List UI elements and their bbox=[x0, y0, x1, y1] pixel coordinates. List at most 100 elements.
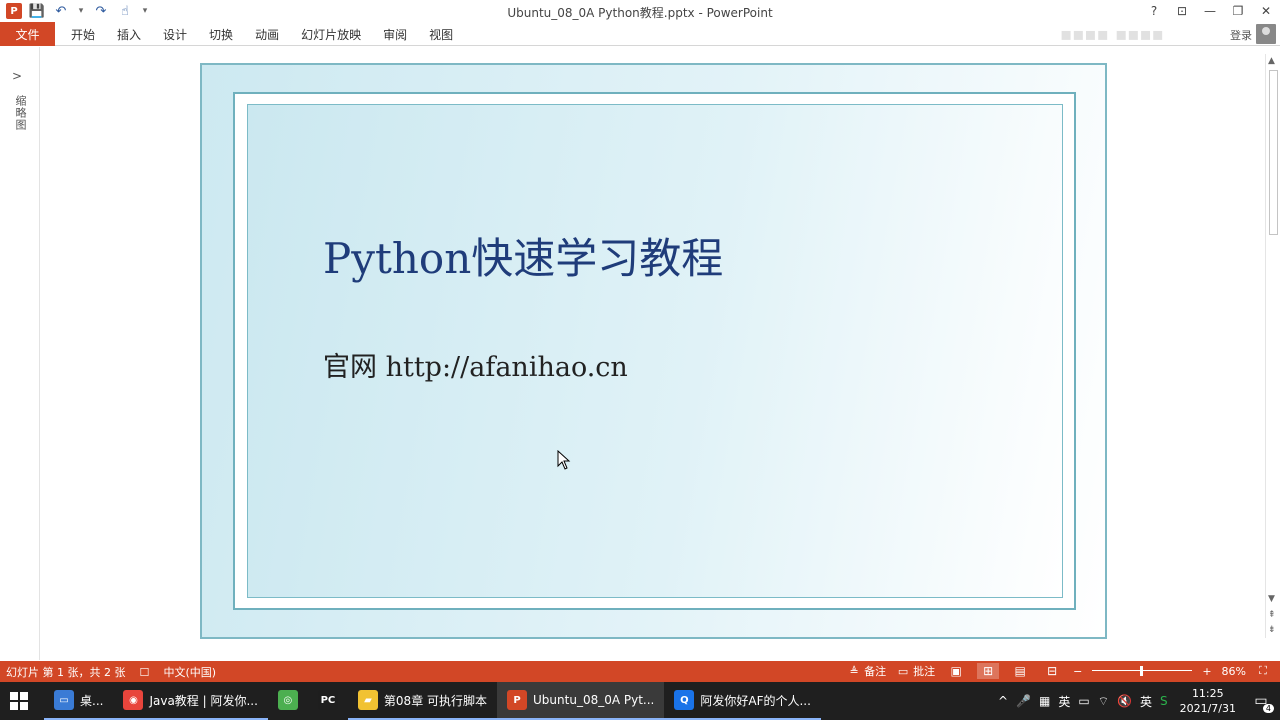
close-button[interactable]: ✕ bbox=[1252, 0, 1280, 22]
previous-slide-icon[interactable]: ⇞ bbox=[1268, 610, 1276, 620]
input-method-icon[interactable]: 英 bbox=[1058, 693, 1070, 710]
clock[interactable]: 11:25 2021/7/31 bbox=[1180, 686, 1236, 716]
scroll-down-icon[interactable]: ▼ bbox=[1268, 594, 1275, 604]
vertical-scrollbar[interactable]: ▲ ▼ ⇞ ⇟ bbox=[1265, 54, 1280, 638]
taskbar-app-icon: ▭ bbox=[54, 690, 74, 710]
tab-2[interactable]: 设计 bbox=[152, 22, 198, 46]
tab-4[interactable]: 动画 bbox=[244, 22, 290, 46]
window-title: Ubuntu_08_0A Python教程.pptx - PowerPoint bbox=[507, 6, 773, 20]
title-bar: P 💾 ↶ ▾ ↷ ☝ ▾ Ubuntu_08_0A Python教程.pptx… bbox=[0, 0, 1280, 22]
taskbar-item-1[interactable]: ◉ Java教程 | 阿发你... bbox=[113, 682, 268, 720]
zoom-knob[interactable] bbox=[1140, 666, 1144, 676]
zoom-out-button[interactable]: − bbox=[1073, 665, 1082, 678]
undo-dropdown-icon[interactable]: ▾ bbox=[76, 2, 86, 20]
wifi-icon[interactable]: ⌔ bbox=[1098, 694, 1109, 709]
taskbar-app-icon: ▰ bbox=[357, 690, 378, 710]
notification-count: 4 bbox=[1262, 704, 1274, 713]
help-button[interactable]: ? bbox=[1140, 0, 1168, 22]
sogou-icon[interactable]: S bbox=[1160, 694, 1168, 708]
ribbon-tab-list: 开始 插入 设计 切换 动画 幻灯片放映 审阅 视图 bbox=[60, 22, 464, 46]
taskbar-item-2[interactable]: ◎ bbox=[268, 682, 308, 720]
ribbon-display-options-button[interactable]: ⊡ bbox=[1168, 0, 1196, 22]
ribbon-tabs: 文件 开始 插入 设计 切换 动画 幻灯片放映 审阅 视图 登录 bbox=[0, 22, 1280, 46]
thumbnails-label[interactable]: 缩略图 bbox=[12, 95, 28, 131]
comment-icon: ▭ bbox=[897, 664, 909, 678]
thumbnail-pane: > 缩略图 bbox=[0, 47, 40, 660]
powerpoint-logo-icon[interactable]: P bbox=[6, 3, 22, 19]
windows-start-icon[interactable] bbox=[10, 692, 28, 710]
next-slide-icon[interactable]: ⇟ bbox=[1268, 625, 1276, 635]
mouse-pointer-icon bbox=[557, 450, 571, 470]
taskbar-item-label: 阿发你好AF的个人... bbox=[700, 693, 811, 708]
status-bar: 幻灯片 第 1 张，共 2 张 ☐ 中文(中国) ≜ 备注 ▭ 批注 ▣ ⊞ ▤… bbox=[0, 661, 1280, 682]
reading-view-button[interactable]: ▤ bbox=[1009, 663, 1031, 679]
ime-language[interactable]: 英 bbox=[1140, 693, 1152, 710]
redo-icon[interactable]: ↷ bbox=[92, 2, 110, 20]
taskbar-item-label: 桌... bbox=[80, 693, 104, 708]
taskbar-item-0[interactable]: ▭ 桌... bbox=[44, 682, 114, 720]
taskbar-app-icon: PC bbox=[317, 690, 338, 710]
taskbar-app-icon: ◎ bbox=[277, 690, 298, 710]
slide-subtitle[interactable]: 官网 http://afanihao.cn bbox=[323, 345, 628, 384]
chevron-up-icon[interactable]: ^ bbox=[998, 694, 1008, 708]
clock-date: 2021/7/31 bbox=[1179, 702, 1236, 715]
touch-mode-icon[interactable]: ☝ bbox=[116, 2, 134, 20]
taskbar-apps: ▭ 桌... ◉ Java教程 | 阿发你... ◎ PC ▰ 第08章 可执行脚本 P Ubun… bbox=[44, 682, 821, 720]
quick-access-toolbar: P 💾 ↶ ▾ ↷ ☝ ▾ bbox=[6, 2, 150, 20]
signin-link[interactable]: 登录 bbox=[1230, 27, 1252, 43]
spell-check-icon[interactable]: ☐ bbox=[137, 665, 151, 679]
tab-7[interactable]: 视图 bbox=[418, 22, 464, 46]
notes-icon: ≜ bbox=[849, 664, 859, 678]
taskbar-item-label: 第08章 可执行脚本 bbox=[383, 693, 488, 708]
taskbar-item-4[interactable]: ▰ 第08章 可执行脚本 bbox=[347, 682, 498, 720]
tab-5[interactable]: 幻灯片放映 bbox=[290, 22, 372, 46]
network-icon[interactable]: ▦ bbox=[1039, 694, 1050, 708]
notes-button[interactable]: ≜ 备注 bbox=[847, 663, 887, 679]
tab-6[interactable]: 审阅 bbox=[372, 22, 418, 46]
slide-frame-outer: Python快速学习教程 官网 http://afanihao.cn bbox=[233, 92, 1076, 610]
notes-label: 备注 bbox=[864, 665, 887, 678]
taskbar-app-icon: P bbox=[507, 690, 528, 710]
zoom-slider[interactable] bbox=[1092, 664, 1193, 678]
taskbar-item-5[interactable]: P Ubuntu_08_0A Pyt... bbox=[497, 682, 665, 720]
taskbar-item-6[interactable]: Q 阿发你好AF的个人... bbox=[664, 682, 821, 720]
fit-slide-icon[interactable]: ⛶ bbox=[1256, 664, 1270, 678]
undo-icon[interactable]: ↶ bbox=[52, 2, 70, 20]
clock-time: 11:25 bbox=[1191, 687, 1224, 700]
taskbar-item-label: Ubuntu_08_0A Pyt... bbox=[533, 693, 655, 707]
tab-0[interactable]: 开始 bbox=[60, 22, 106, 46]
slide-title[interactable]: Python快速学习教程 bbox=[323, 225, 723, 286]
restore-button[interactable]: ❐ bbox=[1224, 0, 1252, 22]
scroll-up-icon[interactable]: ▲ bbox=[1268, 56, 1275, 66]
taskbar-app-icon: ◉ bbox=[123, 690, 144, 710]
tab-file[interactable]: 文件 bbox=[0, 22, 55, 46]
battery-icon[interactable]: ▭ bbox=[1078, 694, 1089, 708]
slide-frame-inner: Python快速学习教程 官网 http://afanihao.cn bbox=[247, 104, 1063, 598]
windows-taskbar: ▭ 桌... ◉ Java教程 | 阿发你... ◎ PC ▰ 第08章 可执行脚本 P Ubun… bbox=[0, 682, 1280, 720]
notification-center-icon[interactable]: ▭ 4 bbox=[1248, 688, 1274, 714]
save-icon[interactable]: 💾 bbox=[28, 2, 46, 20]
slide-sorter-view-button[interactable]: ⊞ bbox=[977, 663, 1000, 679]
taskbar-app-icon: Q bbox=[674, 690, 695, 710]
scrollbar-thumb[interactable] bbox=[1269, 70, 1278, 235]
zoom-in-button[interactable]: + bbox=[1202, 665, 1211, 678]
language-indicator[interactable]: 中文(中国) bbox=[163, 664, 216, 680]
customize-qat-icon[interactable]: ▾ bbox=[140, 2, 150, 20]
taskbar-item-label: Java教程 | 阿发你... bbox=[149, 693, 258, 708]
minimize-button[interactable]: — bbox=[1196, 0, 1224, 22]
microphone-icon[interactable]: 🎤 bbox=[1016, 694, 1031, 708]
taskbar-item-3[interactable]: PC bbox=[308, 682, 348, 720]
slide-counter: 幻灯片 第 1 张，共 2 张 bbox=[6, 666, 126, 679]
avatar[interactable] bbox=[1256, 24, 1276, 44]
volume-muted-icon[interactable]: 🔇 bbox=[1117, 694, 1132, 708]
normal-view-button[interactable]: ▣ bbox=[945, 663, 967, 679]
slide[interactable]: Python快速学习教程 官网 http://afanihao.cn bbox=[200, 63, 1107, 639]
zoom-percent[interactable]: 86% bbox=[1222, 665, 1246, 678]
tab-3[interactable]: 切换 bbox=[198, 22, 244, 46]
slideshow-view-button[interactable]: ⊟ bbox=[1041, 663, 1063, 679]
comments-button[interactable]: ▭ 批注 bbox=[896, 663, 935, 679]
expand-thumbnails-icon[interactable]: > bbox=[12, 69, 22, 83]
window-controls: ? ⊡ — ❐ ✕ bbox=[1140, 0, 1280, 22]
tab-1[interactable]: 插入 bbox=[106, 22, 152, 46]
comments-label: 批注 bbox=[913, 665, 936, 678]
